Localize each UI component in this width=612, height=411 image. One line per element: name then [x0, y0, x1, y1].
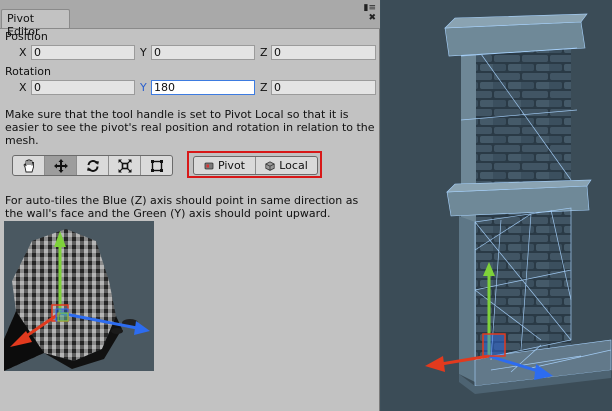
- tab-pivot-editor[interactable]: Pivot Editor: [1, 9, 70, 38]
- local-label: Local: [279, 159, 308, 172]
- position-z-label: Z: [260, 46, 268, 59]
- scene-view[interactable]: [381, 0, 612, 411]
- local-button[interactable]: Local: [256, 157, 317, 174]
- rotation-x-label: X: [19, 81, 27, 94]
- rotation-z-label: Z: [260, 81, 268, 94]
- scale-tool-button[interactable]: [109, 156, 141, 175]
- position-x-label: X: [19, 46, 27, 59]
- pivot-editor-panel: Pivot Editor ▮≡ ✖ Position X 0 Y 0 Z 0 R…: [0, 0, 380, 411]
- rotation-y-field[interactable]: 180: [151, 80, 255, 95]
- rect-icon: [150, 159, 163, 172]
- move-tool-button[interactable]: [45, 156, 77, 175]
- window-controls[interactable]: ▮≡ ✖: [364, 3, 377, 23]
- close-icon[interactable]: ✖: [364, 13, 376, 23]
- preview-mesh-illustration: [4, 229, 150, 371]
- position-z-field[interactable]: 0: [271, 45, 376, 60]
- wall-mesh-wireframe: [425, 13, 612, 394]
- position-label: Position: [5, 30, 48, 43]
- pivot-local-toggle: Pivot Local: [193, 156, 318, 175]
- position-x-field[interactable]: 0: [31, 45, 135, 60]
- rotation-x-field[interactable]: 0: [31, 80, 135, 95]
- rotation-z-field[interactable]: 0: [271, 80, 376, 95]
- rotate-tool-button[interactable]: [77, 156, 109, 175]
- pivot-button[interactable]: Pivot: [194, 157, 256, 174]
- pivot-label: Pivot: [217, 159, 245, 172]
- position-y-field[interactable]: 0: [151, 45, 255, 60]
- tab-bar: Pivot Editor ▮≡ ✖: [0, 0, 380, 38]
- scale-icon: [118, 159, 131, 172]
- hand-icon: [22, 158, 34, 172]
- position-y-label: Y: [140, 46, 147, 59]
- lock-icon[interactable]: ▮≡: [364, 3, 377, 13]
- move-icon: [53, 158, 68, 173]
- pivot-icon: [204, 162, 214, 169]
- pivot-local-highlight: Pivot Local: [187, 151, 322, 178]
- rotate-icon: [86, 159, 99, 172]
- tool-handle-toolbar: [12, 155, 173, 176]
- auto-tile-help-text: For auto-tiles the Blue (Z) axis should …: [5, 194, 359, 220]
- hand-tool-button[interactable]: [13, 156, 45, 175]
- rect-tool-button[interactable]: [141, 156, 172, 175]
- rotation-y-label: Y: [140, 81, 147, 94]
- help-text: Make sure that the tool handle is set to…: [5, 108, 375, 147]
- cube-icon: [265, 160, 275, 171]
- pivot-preview-image: [4, 221, 154, 371]
- rotation-label: Rotation: [5, 65, 52, 78]
